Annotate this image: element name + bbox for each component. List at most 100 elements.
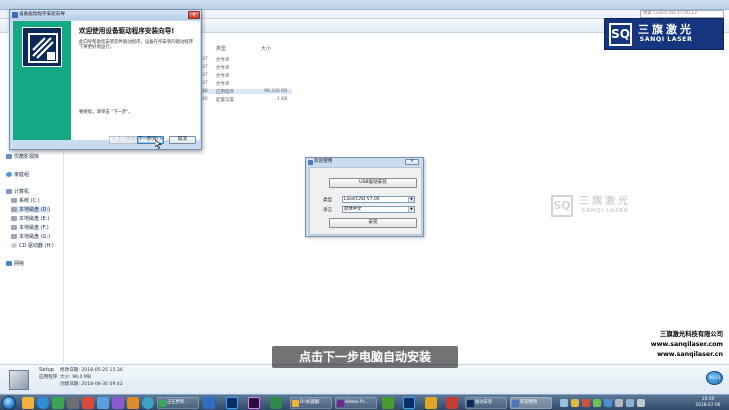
homegroup-icon bbox=[6, 172, 12, 177]
network-icon[interactable] bbox=[626, 399, 634, 407]
taskbar-item[interactable]: 驱动安装 bbox=[465, 397, 507, 409]
nav-item-video-library[interactable]: 优酷影视库 bbox=[6, 153, 39, 160]
close-icon[interactable]: ✕ bbox=[405, 159, 419, 165]
media-icon[interactable] bbox=[52, 397, 64, 409]
details-pane: Setup 应用程序 修改日期: 2018-05-25 15:36 大小: 96… bbox=[0, 364, 729, 394]
drive-icon bbox=[11, 198, 17, 203]
usb-driver-install-button[interactable]: USB驱动安装 bbox=[329, 178, 417, 188]
nav-item-drive-h[interactable]: CD 驱动器 (H:) bbox=[11, 242, 54, 249]
close-icon[interactable]: ✕ bbox=[188, 11, 200, 19]
volume-icon[interactable] bbox=[615, 399, 623, 407]
photoshop-icon[interactable] bbox=[226, 397, 238, 409]
taskbar-item[interactable]: 正在更新... bbox=[157, 397, 199, 409]
library-icon bbox=[6, 154, 12, 159]
app-icon[interactable] bbox=[382, 397, 394, 409]
app-icon[interactable] bbox=[270, 397, 282, 409]
column-header-size[interactable]: 大小 bbox=[261, 45, 271, 52]
wizard-app-icon bbox=[12, 12, 18, 18]
tray-icon[interactable] bbox=[593, 399, 601, 407]
app-icon[interactable] bbox=[446, 397, 458, 409]
tray-icon[interactable] bbox=[560, 399, 568, 407]
welcome-title: 欢迎使用 bbox=[314, 159, 333, 164]
cd-drive-icon bbox=[11, 243, 17, 248]
folder-icon[interactable] bbox=[22, 397, 34, 409]
nav-item-drive-c[interactable]: 系统 (C:) bbox=[11, 197, 40, 204]
network-icon bbox=[6, 261, 12, 266]
clock[interactable]: 14:39 2018-07-06 bbox=[690, 397, 726, 409]
driver-install-wizard: 设备驱动程序安装向导 ✕ 欢迎使用设备驱动程序安装向导! 此向导帮助您安装软件驱… bbox=[9, 9, 202, 150]
brand-name-en: SANQI LASER bbox=[581, 208, 629, 214]
brand-name-cn: 三旗激光 bbox=[579, 196, 631, 207]
cancel-button[interactable]: 取消 bbox=[169, 136, 196, 144]
wizard-description: 此向导帮助您安装软件驱动程序，设备在所安装的驱动程序下将更好地运行。 bbox=[79, 40, 194, 51]
nav-item-network[interactable]: 网络 bbox=[6, 260, 24, 267]
nav-item-drive-d[interactable]: 本地磁盘 (D:) bbox=[11, 206, 51, 213]
battery-icon[interactable] bbox=[637, 399, 645, 407]
premiere-icon bbox=[337, 400, 344, 407]
app-icon[interactable] bbox=[142, 397, 154, 409]
nav-item-computer[interactable]: 计算机 bbox=[6, 188, 29, 195]
wizard-side-banner bbox=[13, 21, 71, 140]
app-icon[interactable] bbox=[425, 397, 437, 409]
browser-icon[interactable] bbox=[37, 397, 49, 409]
drive-icon bbox=[11, 207, 17, 212]
taskbar: 正在更新... D:\机器翻... Adobe Pr... 驱动安装 欢迎使用 … bbox=[0, 394, 729, 410]
wizard-hint: 要继续，请单击 "下一步"。 bbox=[79, 110, 133, 115]
driver-wizard-icon bbox=[467, 400, 474, 407]
file-row[interactable]: 40 配置设置 1 KB bbox=[202, 97, 292, 103]
back-button[interactable]: < 上一步(B) bbox=[109, 136, 140, 144]
clock-date: 2018-07-06 bbox=[695, 403, 721, 408]
brand-mark-icon: SQ bbox=[609, 22, 632, 46]
company-site-com: www.sanqilaser.com bbox=[650, 341, 723, 348]
tray-icon[interactable] bbox=[582, 399, 590, 407]
details-modified: 修改日期: 2018-05-25 15:36 bbox=[60, 368, 123, 373]
folder-icon bbox=[292, 400, 299, 407]
search-input[interactable]: 搜索 LaserCAD V7.00.12 bbox=[640, 10, 724, 18]
app-icon bbox=[512, 400, 519, 407]
app-icon[interactable] bbox=[82, 397, 94, 409]
chevron-down-icon: ▼ bbox=[408, 197, 414, 202]
nav-item-drive-e[interactable]: 本地磁盘 (E:) bbox=[11, 215, 49, 222]
company-name: 三旗激光科技有限公司 bbox=[660, 331, 723, 338]
premiere-icon[interactable] bbox=[248, 397, 260, 409]
driver-wizard-logo-icon bbox=[22, 27, 62, 67]
nav-item-homegroup[interactable]: 家庭组 bbox=[6, 171, 29, 178]
file-row[interactable]: 37 文件夹 bbox=[202, 73, 230, 79]
photoshop-icon[interactable] bbox=[403, 397, 415, 409]
taskbar-item[interactable]: Adobe Pr... bbox=[335, 397, 377, 409]
details-created: 创建日期: 2018-06-30 09:42 bbox=[60, 382, 123, 387]
taskbar-item[interactable]: 欢迎使用 bbox=[510, 397, 552, 409]
drive-icon bbox=[11, 234, 17, 239]
tray-icon[interactable] bbox=[571, 399, 579, 407]
install-button[interactable]: 安装 bbox=[329, 218, 417, 228]
brand-name-en: SANQI LASER bbox=[639, 36, 693, 43]
nav-item-drive-f[interactable]: 本地磁盘 (F:) bbox=[11, 224, 49, 231]
tray-icon[interactable] bbox=[604, 399, 612, 407]
file-row[interactable]: 37 文件夹 bbox=[202, 81, 230, 87]
start-button[interactable] bbox=[2, 396, 16, 410]
app-icon[interactable] bbox=[67, 397, 79, 409]
recording-timer-badge[interactable]: 00:23 bbox=[706, 371, 723, 385]
file-row[interactable]: 37 文件夹 bbox=[202, 57, 230, 63]
file-row[interactable]: 37 文件夹 bbox=[202, 65, 230, 71]
app-icon[interactable] bbox=[203, 397, 215, 409]
wizard-body: 欢迎使用设备驱动程序安装向导! 此向导帮助您安装软件驱动程序，设备在所安装的驱动… bbox=[13, 21, 200, 140]
details-size: 大小: 96.0 MB bbox=[60, 375, 91, 380]
brand-logo-watermark: SQ 三旗激光 SANQI LASER bbox=[604, 18, 724, 50]
welcome-body: USB驱动安装 类型 LaserCAD V7.00 ▼ 语言 简体中文 ▼ 安装 bbox=[309, 167, 422, 235]
type-select[interactable]: LaserCAD V7.00 ▼ bbox=[342, 196, 415, 203]
computer-icon bbox=[6, 189, 12, 194]
setup-file-icon bbox=[9, 370, 29, 390]
company-site-cn: www.sanqilaser.cn bbox=[657, 351, 723, 358]
file-row[interactable]: 36 应用程序 98,326 KB bbox=[202, 89, 292, 95]
chevron-down-icon: ▼ bbox=[408, 207, 414, 212]
nav-item-drive-g[interactable]: 本地磁盘 (G:) bbox=[11, 233, 50, 240]
details-file-name: Setup bbox=[39, 367, 55, 373]
taskbar-item[interactable]: D:\机器翻... bbox=[290, 397, 332, 409]
column-header-type[interactable]: 类型 bbox=[216, 45, 226, 52]
app-icon[interactable] bbox=[97, 397, 109, 409]
language-select[interactable]: 简体中文 ▼ bbox=[342, 206, 415, 213]
app-icon[interactable] bbox=[112, 397, 124, 409]
app-icon[interactable] bbox=[127, 397, 139, 409]
wizard-titlebar: 设备驱动程序安装向导 bbox=[10, 10, 201, 20]
